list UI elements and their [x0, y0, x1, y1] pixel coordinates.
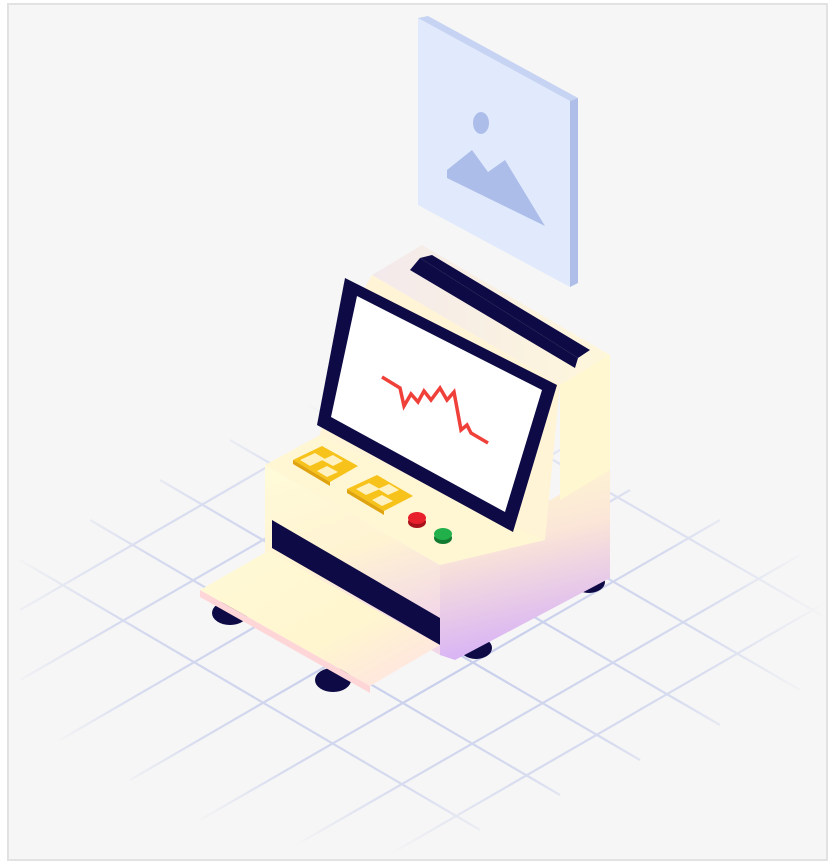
red-button[interactable]: [408, 512, 426, 528]
image-card: [418, 16, 578, 287]
green-button[interactable]: [434, 528, 452, 544]
isometric-illustration: [19, 16, 831, 861]
